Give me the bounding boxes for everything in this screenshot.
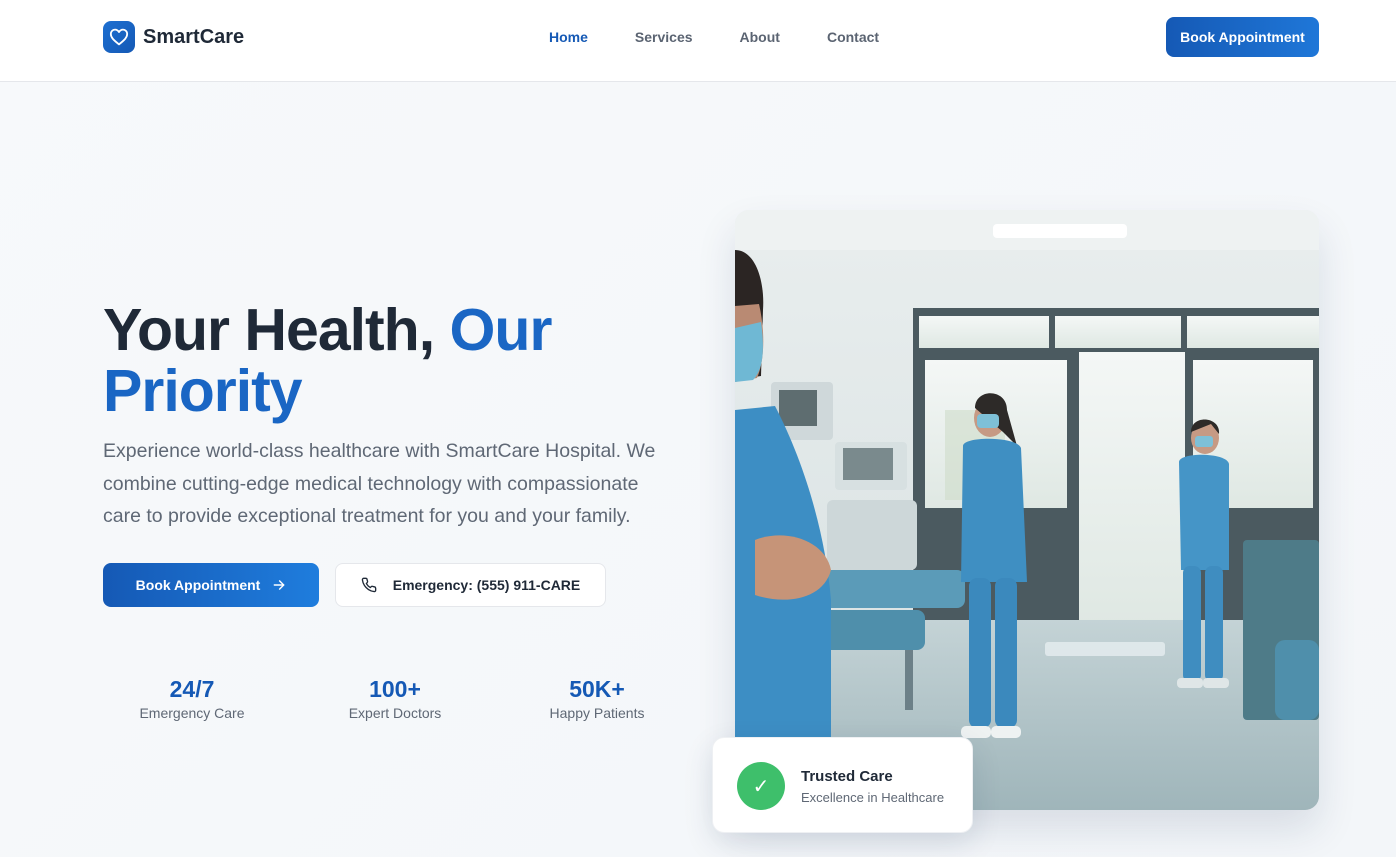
trusted-care-title: Trusted Care [801,768,893,785]
hero-image [735,210,1319,810]
site-header: SmartCare Home Services About Contact Bo… [0,0,1396,82]
hero-title-main: Your Health, [103,297,435,363]
stat-value: 50K+ [569,676,625,702]
header-book-appointment-button[interactable]: Book Appointment [1166,17,1319,57]
book-appointment-label: Book Appointment [135,577,261,593]
brand-logo[interactable]: SmartCare [103,21,244,53]
nav-home[interactable]: Home [549,29,588,45]
stat-label: Happy Patients [549,705,645,721]
brand-name: SmartCare [143,25,245,48]
emergency-label: Emergency: (555) 911-CARE [392,577,581,593]
phone-icon [361,577,377,593]
heart-icon [103,21,135,53]
hero-description: Experience world-class healthcare with S… [103,440,656,527]
nav-about[interactable]: About [740,29,780,45]
main-nav: Home Services About Contact [549,29,926,45]
trusted-care-card: ✓ Trusted Care Excellence in Healthcare [712,737,973,833]
stat-happy-patients: 50K+ Happy Patients [507,675,687,721]
hero-title: Your Health, Our Priority [103,300,663,422]
nav-services[interactable]: Services [635,29,693,45]
trusted-care-subtitle: Excellence in Healthcare [801,790,945,805]
hospital-ward-illustration [735,210,1319,810]
emergency-call-button[interactable]: Emergency: (555) 911-CARE [335,563,606,607]
nav-contact[interactable]: Contact [827,29,879,45]
book-appointment-button[interactable]: Book Appointment [103,563,319,607]
check-icon: ✓ [737,762,785,810]
stat-expert-doctors: 100+ Expert Doctors [305,675,485,721]
arrow-right-icon [272,578,286,592]
stat-value: 100+ [369,676,421,702]
stat-label: Expert Doctors [348,705,442,721]
stat-emergency-care: 24/7 Emergency Care [102,675,282,721]
stat-label: Emergency Care [139,705,245,721]
stat-value: 24/7 [169,676,215,702]
